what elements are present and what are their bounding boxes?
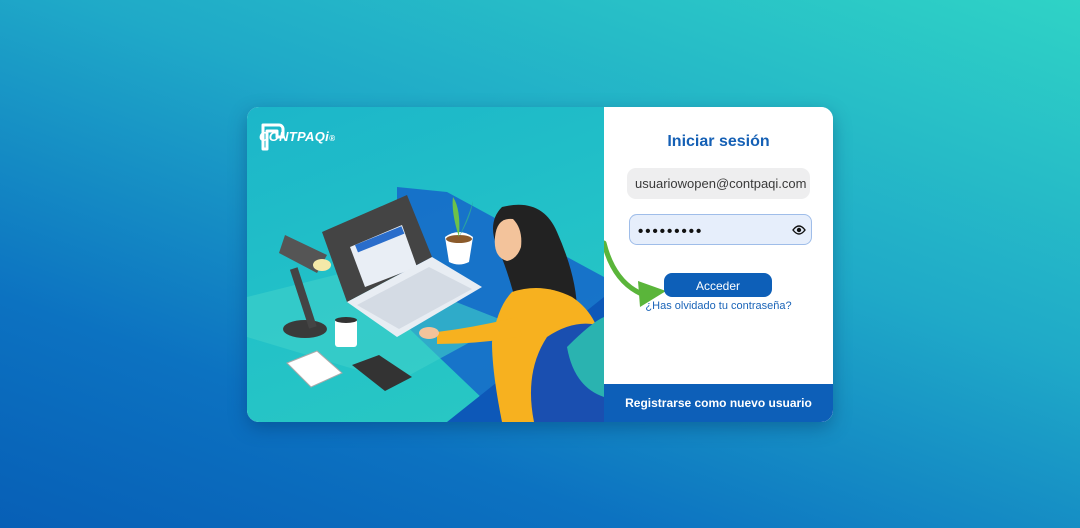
illustration-panel: CONTPAQi® bbox=[247, 107, 604, 422]
green-arrow-icon bbox=[604, 240, 666, 307]
password-field[interactable] bbox=[636, 221, 790, 241]
contpaqi-logo-icon bbox=[261, 123, 285, 151]
register-button[interactable]: Registrarse como nuevo usuario bbox=[604, 384, 833, 422]
page-title: Iniciar sesión bbox=[667, 133, 770, 150]
email-field[interactable] bbox=[627, 168, 810, 199]
login-form: Iniciar sesión Acceder ¿Has olvidado tu … bbox=[604, 107, 833, 422]
forgot-password-link[interactable]: ¿Has olvidado tu contraseña? bbox=[604, 300, 833, 312]
brand-logo: CONTPAQi® bbox=[259, 121, 336, 151]
office-illustration bbox=[247, 187, 604, 422]
login-button[interactable]: Acceder bbox=[664, 273, 772, 297]
brand-mark: ® bbox=[329, 134, 336, 143]
login-card: CONTPAQi® Iniciar sesión Acceder ¿Has ol… bbox=[247, 107, 833, 422]
eye-icon[interactable] bbox=[792, 224, 806, 236]
